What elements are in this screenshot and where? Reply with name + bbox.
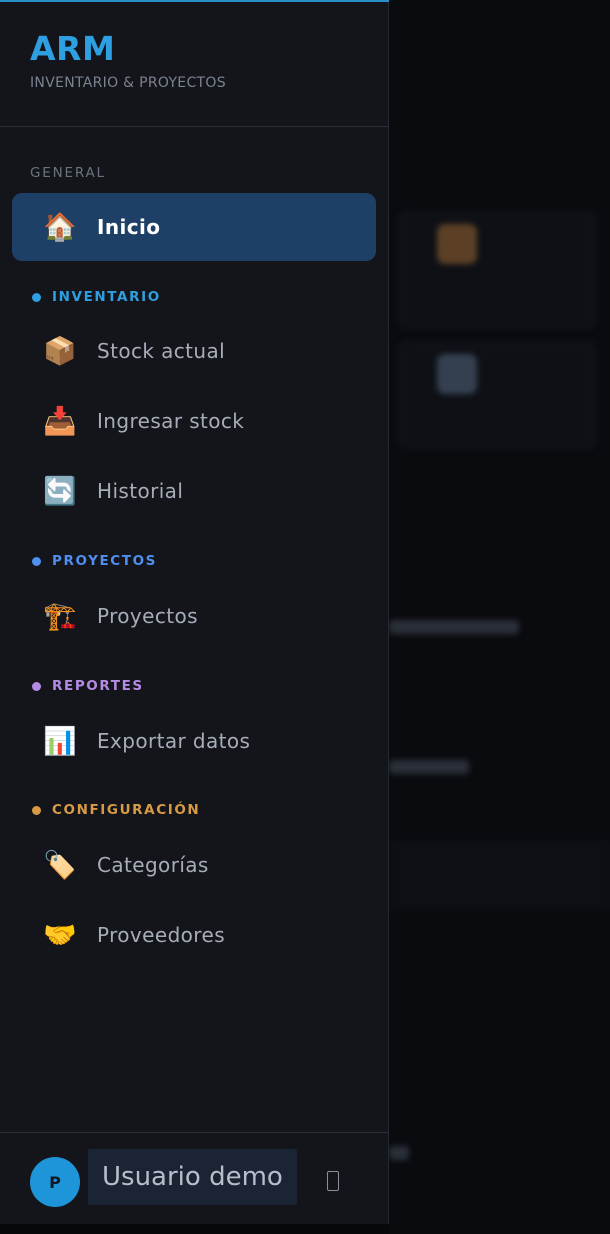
nav-item-proveedores[interactable]: 🤝 Proveedores (12, 901, 376, 969)
background-card (397, 340, 597, 450)
section-inventario-label: INVENTARIO (52, 289, 161, 305)
brand-subtitle: INVENTARIO & PROYECTOS (30, 75, 226, 91)
nav-item-label: Proveedores (97, 923, 226, 947)
avatar[interactable]: P (30, 1157, 80, 1207)
nav-item-proyectos[interactable]: 🏗️ Proyectos (12, 582, 376, 650)
section-configuracion: CONFIGURACIÓN (32, 802, 200, 818)
nav-item-label: Exportar datos (97, 729, 251, 753)
house-icon: 🏠 (43, 211, 77, 243)
section-dot (32, 556, 41, 566)
nav-item-label: Proyectos (97, 604, 198, 628)
label-tag-icon: 🏷️ (43, 849, 77, 881)
brand-divider (0, 126, 389, 127)
user-bar: P Usuario demo (0, 1132, 389, 1224)
nav-item-label: Historial (97, 479, 184, 503)
background-text-line (389, 1146, 409, 1160)
logout-icon[interactable] (327, 1171, 339, 1191)
background-card (397, 210, 597, 330)
background-row (389, 840, 610, 910)
nav-item-ingresar-stock[interactable]: 📥 Ingresar stock (12, 387, 376, 455)
background-text-line (389, 760, 469, 774)
section-dot (32, 681, 41, 691)
nav-item-label: Ingresar stock (97, 409, 245, 433)
crane-icon: 🏗️ (43, 600, 77, 632)
section-proyectos-label: PROYECTOS (52, 553, 157, 569)
nav-item-label: Inicio (97, 215, 161, 239)
brand-title: ARM (30, 29, 116, 68)
section-configuracion-label: CONFIGURACIÓN (52, 802, 201, 818)
app-page: ARM INVENTARIO & PROYECTOS GENERAL 🏠 Ini… (0, 0, 610, 1234)
nav-item-stock-actual[interactable]: 📦 Stock actual (12, 317, 376, 385)
inbox-tray-icon: 📥 (43, 405, 77, 437)
section-general: GENERAL (30, 165, 106, 181)
section-general-label: GENERAL (30, 165, 106, 181)
handshake-icon: 🤝 (43, 919, 77, 951)
bar-chart-icon: 📊 (43, 725, 77, 757)
nav-item-historial[interactable]: 🔄 Historial (12, 457, 376, 525)
sidebar: ARM INVENTARIO & PROYECTOS GENERAL 🏠 Ini… (0, 2, 389, 1224)
section-inventario: INVENTARIO (32, 289, 161, 305)
nav-item-label: Stock actual (97, 339, 226, 363)
section-dot (32, 292, 41, 302)
background-card-icon (437, 354, 477, 394)
refresh-icon: 🔄 (43, 475, 77, 507)
section-proyectos: PROYECTOS (32, 553, 157, 569)
section-reportes-label: REPORTES (52, 678, 144, 694)
brand: ARM INVENTARIO & PROYECTOS (30, 32, 226, 91)
background-text-line (389, 620, 519, 634)
section-reportes: REPORTES (32, 678, 144, 694)
main-content-overlay[interactable] (389, 0, 610, 1234)
nav-item-categorias[interactable]: 🏷️ Categorías (12, 831, 376, 899)
section-dot (32, 805, 41, 815)
package-icon: 📦 (43, 335, 77, 367)
nav-item-inicio[interactable]: 🏠 Inicio (12, 193, 376, 261)
user-name[interactable]: Usuario demo (88, 1149, 297, 1205)
nav-item-exportar-datos[interactable]: 📊 Exportar datos (12, 707, 376, 775)
nav-item-label: Categorías (97, 853, 209, 877)
background-card-icon (437, 224, 477, 264)
